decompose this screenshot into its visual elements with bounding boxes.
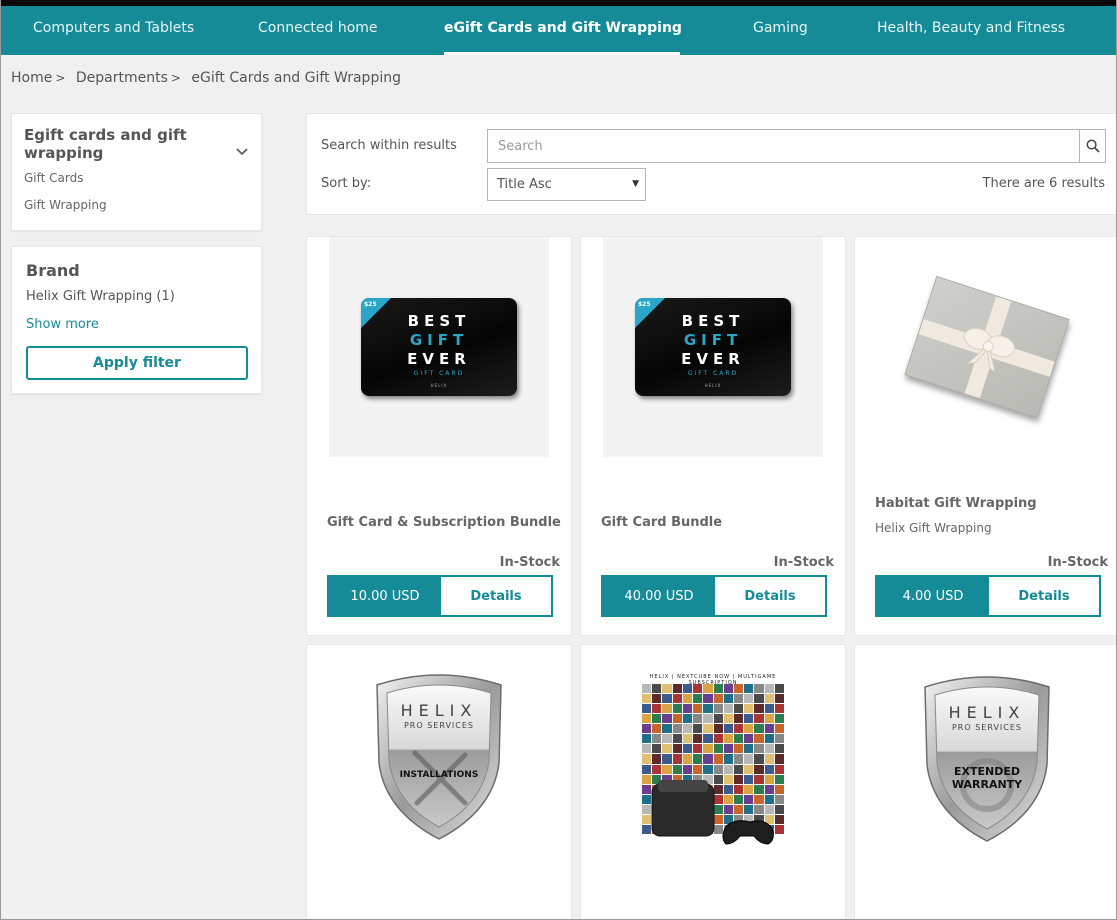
nav-item-connected-home[interactable]: Connected home [258,6,378,55]
product-card[interactable]: HELIX PRO SERVICES EXTENDED WARRANTY [854,644,1116,919]
brand-filter-panel: Brand Helix Gift Wrapping (1) Show more … [11,246,262,394]
price-button[interactable]: 4.00 USD [877,577,989,615]
stock-status: In-Stock [499,555,560,570]
product-name[interactable]: Gift Card Bundle [601,515,722,530]
page-frame: Computers and Tablets Connected home eGi… [0,0,1117,920]
show-more-link[interactable]: Show more [26,317,99,332]
price-button[interactable]: 40.00 USD [603,577,715,615]
results-count: There are 6 results [982,176,1105,191]
brand-option[interactable]: Helix Gift Wrapping (1) [26,289,175,304]
category-link-gift-cards[interactable]: Gift Cards [24,171,84,185]
search-input[interactable] [487,129,1080,163]
product-image[interactable]: HELIX PRO SERVICES INSTALLATIONS [329,667,549,847]
breadcrumb-separator: > [170,71,181,85]
details-button[interactable]: Details [989,577,1099,615]
sort-select[interactable]: Title Asc ▼ [487,168,646,201]
brand-filter-title: Brand [26,261,80,280]
shield-image: HELIX PRO SERVICES EXTENDED WARRANTY [917,673,1057,845]
nav-item-computers-and-tablets[interactable]: Computers and Tablets [33,6,194,55]
product-card[interactable]: Habitat Gift Wrapping Helix Gift Wrappin… [854,236,1116,636]
gift-card-image: $25 BEST GIFT EVER GIFT CARD HELIX [635,298,791,396]
nav-item-gaming[interactable]: Gaming [753,6,808,55]
product-actions: 40.00 USD Details [601,575,827,617]
details-button[interactable]: Details [715,577,825,615]
stock-status: In-Stock [773,555,834,570]
product-image[interactable]: $25 BEST GIFT EVER GIFT CARD HELIX [329,237,549,457]
product-card[interactable]: HELIX PRO SERVICES INSTALLATIONS [306,644,572,919]
category-panel: Egift cards and gift wrapping Gift Cards… [11,113,262,231]
apply-filter-button[interactable]: Apply filter [26,346,248,380]
gift-box-image [904,275,1070,419]
breadcrumb-current: eGift Cards and Gift Wrapping [191,70,401,86]
product-image[interactable] [877,237,1097,457]
product-actions: 4.00 USD Details [875,575,1101,617]
product-card[interactable]: $25 BEST GIFT EVER GIFT CARD HELIX Gift … [306,236,572,636]
product-image[interactable]: $25 BEST GIFT EVER GIFT CARD HELIX [603,237,823,457]
gift-card-image: $25 BEST GIFT EVER GIFT CARD HELIX [361,298,517,396]
search-button[interactable] [1079,129,1106,163]
price-button[interactable]: 10.00 USD [329,577,441,615]
sort-select-value: Title Asc [497,177,552,192]
product-brand: Helix Gift Wrapping [875,521,992,535]
caret-down-icon: ▼ [632,179,639,189]
nav-item-health-beauty-fitness[interactable]: Health, Beauty and Fitness [877,6,1065,55]
details-button[interactable]: Details [441,577,551,615]
search-within-label: Search within results [321,138,457,153]
category-title[interactable]: Egift cards and gift wrapping [24,126,214,162]
category-link-gift-wrapping[interactable]: Gift Wrapping [24,198,107,212]
product-card[interactable]: HELIX | NEXTCUBE NOW | MULTIGAME SUBSCRI… [580,644,846,919]
top-navigation: Computers and Tablets Connected home eGi… [1,0,1116,55]
sort-by-label: Sort by: [321,176,372,191]
product-name[interactable]: Habitat Gift Wrapping [875,496,1037,511]
nav-item-egift-cards[interactable]: eGift Cards and Gift Wrapping [444,6,682,55]
product-name[interactable]: Gift Card & Subscription Bundle [327,515,561,530]
shield-image: HELIX PRO SERVICES INSTALLATIONS [369,671,509,843]
chevron-down-icon[interactable] [235,145,249,159]
product-image[interactable]: HELIX | NEXTCUBE NOW | MULTIGAME SUBSCRI… [603,669,823,855]
product-actions: 10.00 USD Details [327,575,553,617]
product-card[interactable]: $25 BEST GIFT EVER GIFT CARD HELIX Gift … [580,236,846,636]
search-panel: Search within results Sort by: Title Asc… [306,113,1116,215]
product-image[interactable]: HELIX PRO SERVICES EXTENDED WARRANTY [877,669,1097,849]
stock-status: In-Stock [1047,555,1108,570]
breadcrumb-separator: > [55,71,66,85]
bundle-image: HELIX | NEXTCUBE NOW | MULTIGAME SUBSCRI… [640,674,786,850]
breadcrumb: Home > Departments > eGift Cards and Gift … [11,70,401,86]
breadcrumb-home[interactable]: Home [11,70,52,86]
breadcrumb-departments[interactable]: Departments [76,70,168,86]
search-icon [1086,139,1100,153]
